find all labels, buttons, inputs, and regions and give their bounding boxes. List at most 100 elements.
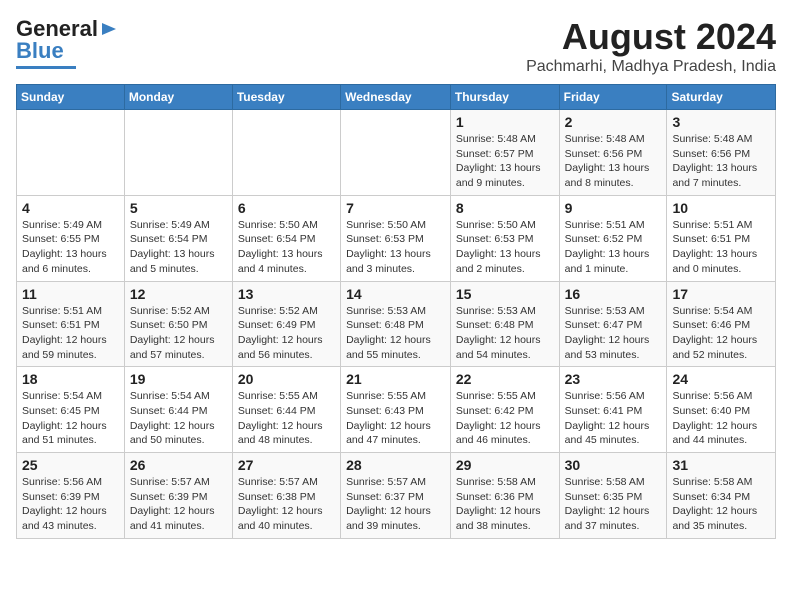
day-info: Sunrise: 5:56 AM Sunset: 6:40 PM Dayligh… — [672, 389, 770, 448]
day-number: 4 — [22, 200, 119, 216]
calendar-cell: 10 Sunrise: 5:51 AM Sunset: 6:51 PM Dayli… — [667, 195, 776, 281]
calendar-cell: 2 Sunrise: 5:48 AM Sunset: 6:56 PM Daylig… — [559, 110, 667, 196]
calendar-cell: 4 Sunrise: 5:49 AM Sunset: 6:55 PM Daylig… — [17, 195, 125, 281]
day-info: Sunrise: 5:57 AM Sunset: 6:39 PM Dayligh… — [130, 475, 227, 534]
day-header-thursday: Thursday — [450, 85, 559, 110]
day-info: Sunrise: 5:49 AM Sunset: 6:55 PM Dayligh… — [22, 218, 119, 277]
day-info: Sunrise: 5:55 AM Sunset: 6:44 PM Dayligh… — [238, 389, 335, 448]
calendar-cell — [232, 110, 340, 196]
title-block: August 2024 Pachmarhi, Madhya Pradesh, I… — [526, 16, 776, 76]
calendar-week-row: 18 Sunrise: 5:54 AM Sunset: 6:45 PM Dayli… — [17, 367, 776, 453]
day-info: Sunrise: 5:56 AM Sunset: 6:39 PM Dayligh… — [22, 475, 119, 534]
day-header-wednesday: Wednesday — [341, 85, 451, 110]
day-number: 30 — [565, 457, 662, 473]
calendar-cell: 28 Sunrise: 5:57 AM Sunset: 6:37 PM Dayli… — [341, 453, 451, 539]
calendar-cell: 13Sunrise: 5:52 AM Sunset: 6:49 PM Dayli… — [232, 281, 340, 367]
day-number: 1 — [456, 114, 554, 130]
day-info: Sunrise: 5:49 AM Sunset: 6:54 PM Dayligh… — [130, 218, 227, 277]
day-info: Sunrise: 5:50 AM Sunset: 6:53 PM Dayligh… — [346, 218, 445, 277]
calendar-cell: 27Sunrise: 5:57 AM Sunset: 6:38 PM Dayli… — [232, 453, 340, 539]
calendar-cell: 31Sunrise: 5:58 AM Sunset: 6:34 PM Dayli… — [667, 453, 776, 539]
month-year-title: August 2024 — [526, 16, 776, 58]
day-number: 29 — [456, 457, 554, 473]
day-number: 26 — [130, 457, 227, 473]
day-info: Sunrise: 5:58 AM Sunset: 6:36 PM Dayligh… — [456, 475, 554, 534]
day-header-friday: Friday — [559, 85, 667, 110]
day-header-tuesday: Tuesday — [232, 85, 340, 110]
calendar-cell: 20 Sunrise: 5:55 AM Sunset: 6:44 PM Dayli… — [232, 367, 340, 453]
calendar-cell: 22 Sunrise: 5:55 AM Sunset: 6:42 PM Dayli… — [450, 367, 559, 453]
calendar-cell: 23 Sunrise: 5:56 AM Sunset: 6:41 PM Dayli… — [559, 367, 667, 453]
day-number: 27 — [238, 457, 335, 473]
day-number: 5 — [130, 200, 227, 216]
day-number: 7 — [346, 200, 445, 216]
calendar-cell: 25 Sunrise: 5:56 AM Sunset: 6:39 PM Dayli… — [17, 453, 125, 539]
logo: General Blue — [16, 16, 118, 69]
calendar-cell — [17, 110, 125, 196]
day-number: 17 — [672, 286, 770, 302]
calendar-header-row: SundayMondayTuesdayWednesdayThursdayFrid… — [17, 85, 776, 110]
calendar-cell — [341, 110, 451, 196]
day-info: Sunrise: 5:51 AM Sunset: 6:52 PM Dayligh… — [565, 218, 662, 277]
calendar-cell: 12Sunrise: 5:52 AM Sunset: 6:50 PM Dayli… — [124, 281, 232, 367]
day-info: Sunrise: 5:52 AM Sunset: 6:50 PM Dayligh… — [130, 304, 227, 363]
day-header-sunday: Sunday — [17, 85, 125, 110]
day-number: 18 — [22, 371, 119, 387]
calendar-week-row: 11 Sunrise: 5:51 AM Sunset: 6:51 PM Dayli… — [17, 281, 776, 367]
day-info: Sunrise: 5:57 AM Sunset: 6:37 PM Dayligh… — [346, 475, 445, 534]
calendar-cell: 16 Sunrise: 5:53 AM Sunset: 6:47 PM Dayli… — [559, 281, 667, 367]
calendar-cell: 11 Sunrise: 5:51 AM Sunset: 6:51 PM Dayli… — [17, 281, 125, 367]
calendar-cell: 24Sunrise: 5:56 AM Sunset: 6:40 PM Dayli… — [667, 367, 776, 453]
logo-arrow-icon — [100, 20, 118, 38]
calendar-table: SundayMondayTuesdayWednesdayThursdayFrid… — [16, 84, 776, 539]
day-info: Sunrise: 5:50 AM Sunset: 6:53 PM Dayligh… — [456, 218, 554, 277]
day-info: Sunrise: 5:51 AM Sunset: 6:51 PM Dayligh… — [22, 304, 119, 363]
day-info: Sunrise: 5:48 AM Sunset: 6:56 PM Dayligh… — [565, 132, 662, 191]
day-info: Sunrise: 5:53 AM Sunset: 6:47 PM Dayligh… — [565, 304, 662, 363]
day-info: Sunrise: 5:55 AM Sunset: 6:43 PM Dayligh… — [346, 389, 445, 448]
day-info: Sunrise: 5:53 AM Sunset: 6:48 PM Dayligh… — [346, 304, 445, 363]
calendar-cell: 7 Sunrise: 5:50 AM Sunset: 6:53 PM Daylig… — [341, 195, 451, 281]
day-info: Sunrise: 5:54 AM Sunset: 6:44 PM Dayligh… — [130, 389, 227, 448]
logo-underline — [16, 66, 76, 69]
page-header: General Blue August 2024 Pachmarhi, Madh… — [16, 16, 776, 76]
day-number: 2 — [565, 114, 662, 130]
calendar-cell: 19 Sunrise: 5:54 AM Sunset: 6:44 PM Dayli… — [124, 367, 232, 453]
day-info: Sunrise: 5:56 AM Sunset: 6:41 PM Dayligh… — [565, 389, 662, 448]
calendar-cell: 3 Sunrise: 5:48 AM Sunset: 6:56 PM Daylig… — [667, 110, 776, 196]
calendar-cell: 18 Sunrise: 5:54 AM Sunset: 6:45 PM Dayli… — [17, 367, 125, 453]
day-info: Sunrise: 5:51 AM Sunset: 6:51 PM Dayligh… — [672, 218, 770, 277]
day-info: Sunrise: 5:55 AM Sunset: 6:42 PM Dayligh… — [456, 389, 554, 448]
day-number: 15 — [456, 286, 554, 302]
day-number: 10 — [672, 200, 770, 216]
day-info: Sunrise: 5:48 AM Sunset: 6:56 PM Dayligh… — [672, 132, 770, 191]
day-number: 6 — [238, 200, 335, 216]
day-number: 3 — [672, 114, 770, 130]
day-info: Sunrise: 5:54 AM Sunset: 6:45 PM Dayligh… — [22, 389, 119, 448]
day-header-monday: Monday — [124, 85, 232, 110]
calendar-cell: 17 Sunrise: 5:54 AM Sunset: 6:46 PM Dayli… — [667, 281, 776, 367]
day-info: Sunrise: 5:54 AM Sunset: 6:46 PM Dayligh… — [672, 304, 770, 363]
calendar-cell: 21 Sunrise: 5:55 AM Sunset: 6:43 PM Dayli… — [341, 367, 451, 453]
calendar-cell: 14Sunrise: 5:53 AM Sunset: 6:48 PM Dayli… — [341, 281, 451, 367]
calendar-cell: 1 Sunrise: 5:48 AM Sunset: 6:57 PM Daylig… — [450, 110, 559, 196]
day-number: 8 — [456, 200, 554, 216]
calendar-week-row: 25 Sunrise: 5:56 AM Sunset: 6:39 PM Dayli… — [17, 453, 776, 539]
day-number: 19 — [130, 371, 227, 387]
day-info: Sunrise: 5:52 AM Sunset: 6:49 PM Dayligh… — [238, 304, 335, 363]
calendar-cell: 5 Sunrise: 5:49 AM Sunset: 6:54 PM Daylig… — [124, 195, 232, 281]
calendar-cell: 9 Sunrise: 5:51 AM Sunset: 6:52 PM Daylig… — [559, 195, 667, 281]
day-info: Sunrise: 5:48 AM Sunset: 6:57 PM Dayligh… — [456, 132, 554, 191]
day-info: Sunrise: 5:58 AM Sunset: 6:34 PM Dayligh… — [672, 475, 770, 534]
day-number: 20 — [238, 371, 335, 387]
day-number: 9 — [565, 200, 662, 216]
day-info: Sunrise: 5:50 AM Sunset: 6:54 PM Dayligh… — [238, 218, 335, 277]
day-number: 25 — [22, 457, 119, 473]
day-info: Sunrise: 5:58 AM Sunset: 6:35 PM Dayligh… — [565, 475, 662, 534]
day-number: 23 — [565, 371, 662, 387]
day-number: 11 — [22, 286, 119, 302]
day-number: 28 — [346, 457, 445, 473]
day-number: 16 — [565, 286, 662, 302]
day-number: 22 — [456, 371, 554, 387]
day-number: 21 — [346, 371, 445, 387]
